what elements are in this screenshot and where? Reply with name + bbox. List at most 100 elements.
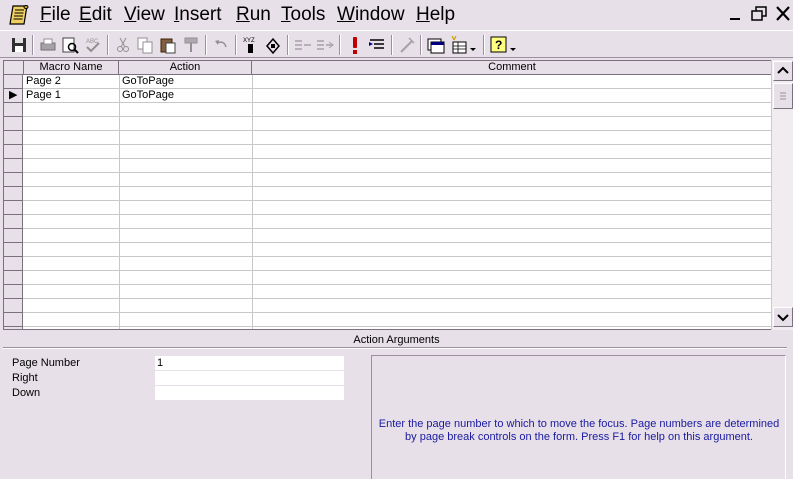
- row-selector[interactable]: [4, 313, 23, 327]
- chevron-down-icon[interactable]: [468, 34, 478, 56]
- row-selector[interactable]: [4, 75, 23, 89]
- row-divider: [23, 116, 772, 117]
- save-icon[interactable]: [8, 34, 30, 56]
- cell-action[interactable]: GoToPage: [120, 89, 252, 102]
- menu-edit[interactable]: Edit: [79, 3, 112, 27]
- cut-icon[interactable]: [112, 34, 134, 56]
- menu-insert[interactable]: Insert: [174, 3, 222, 27]
- row-divider: [23, 130, 772, 131]
- row-divider: [23, 186, 772, 187]
- run-icon[interactable]: [344, 34, 366, 56]
- chevron-down-icon[interactable]: [508, 34, 518, 56]
- row-selector[interactable]: [4, 131, 23, 145]
- row-selector[interactable]: [4, 243, 23, 257]
- restore-icon: [751, 6, 767, 21]
- delete-rows-icon[interactable]: [314, 34, 336, 56]
- toolbar-separator: [32, 35, 34, 55]
- minimize-button[interactable]: [724, 3, 748, 25]
- row-selector[interactable]: [4, 215, 23, 229]
- toolbar-separator: [205, 35, 207, 55]
- conditions-icon[interactable]: [262, 34, 284, 56]
- single-step-icon[interactable]: [366, 34, 388, 56]
- row-selector[interactable]: [4, 229, 23, 243]
- insert-rows-icon[interactable]: [292, 34, 314, 56]
- row-selector[interactable]: [4, 173, 23, 187]
- row-selector[interactable]: [4, 257, 23, 271]
- spelling-icon[interactable]: ABC: [82, 34, 104, 56]
- cell-comment[interactable]: [253, 89, 772, 102]
- down-field[interactable]: [155, 386, 344, 400]
- page-number-field[interactable]: 1: [155, 356, 344, 370]
- cell-action[interactable]: GoToPage: [120, 75, 252, 88]
- row-selector[interactable]: [4, 117, 23, 131]
- argument-label-page-number: Page Number: [12, 357, 80, 369]
- corner-cell[interactable]: [4, 61, 24, 74]
- scroll-thumb[interactable]: [773, 83, 793, 109]
- cell-comment[interactable]: [253, 75, 772, 88]
- svg-text:XYZ: XYZ: [243, 38, 255, 44]
- menu-file[interactable]: File: [40, 3, 71, 27]
- svg-text:?: ?: [495, 38, 502, 52]
- row-divider: [23, 172, 772, 173]
- menu-view[interactable]: View: [124, 3, 165, 27]
- scroll-up-button[interactable]: [773, 61, 793, 81]
- paste-icon[interactable]: [157, 34, 179, 56]
- print-icon[interactable]: [37, 34, 59, 56]
- macro-names-icon[interactable]: XYZ: [240, 34, 262, 56]
- row-selector[interactable]: [4, 187, 23, 201]
- scroll-down-button[interactable]: [773, 307, 793, 327]
- current-row-indicator-icon: ▶: [9, 89, 18, 101]
- menu-window[interactable]: Window: [337, 3, 405, 27]
- row-divider: [23, 200, 772, 201]
- row-divider: [23, 144, 772, 145]
- vertical-scrollbar[interactable]: [771, 60, 793, 330]
- column-divider: [119, 75, 120, 329]
- print-preview-icon[interactable]: [59, 34, 81, 56]
- row-selector[interactable]: [4, 299, 23, 313]
- macro-grid: Macro Name Action Comment Page 2 GoToPag…: [3, 60, 773, 330]
- toolbar-separator: [107, 35, 109, 55]
- toolbar-separator: [339, 35, 341, 55]
- row-selector[interactable]: [4, 271, 23, 285]
- row-selector[interactable]: [4, 285, 23, 299]
- undo-icon[interactable]: [210, 34, 232, 56]
- column-header-comment[interactable]: Comment: [252, 61, 772, 74]
- column-header-action[interactable]: Action: [119, 61, 252, 74]
- toolbar-separator: [287, 35, 289, 55]
- help-icon[interactable]: ?: [488, 34, 510, 56]
- restore-button[interactable]: [748, 3, 772, 25]
- argument-label-down: Down: [12, 387, 41, 399]
- close-button[interactable]: [771, 3, 793, 25]
- row-selector[interactable]: [4, 145, 23, 159]
- cell-macro-name[interactable]: Page 2: [24, 75, 119, 88]
- macro-scroll-icon[interactable]: [8, 3, 32, 27]
- row-selector[interactable]: [4, 159, 23, 173]
- format-painter-icon[interactable]: [180, 34, 202, 56]
- row-divider: [23, 214, 772, 215]
- column-header-macro-name[interactable]: Macro Name: [24, 61, 119, 74]
- database-window-icon[interactable]: [425, 34, 447, 56]
- help-panel: Enter the page number to which to move t…: [371, 355, 786, 479]
- new-object-icon[interactable]: [448, 34, 470, 56]
- grid-header: Macro Name Action Comment: [4, 61, 772, 75]
- row-selector-column: [4, 75, 23, 329]
- row-divider: [23, 270, 772, 271]
- column-divider: [252, 75, 253, 329]
- chevron-up-icon: [777, 66, 789, 74]
- row-selector[interactable]: [4, 201, 23, 215]
- row-divider: [23, 312, 772, 313]
- macro-design-window: File Edit View Insert Run Tools Window H…: [0, 0, 793, 479]
- right-field[interactable]: [155, 371, 344, 385]
- menu-run[interactable]: Run: [236, 3, 271, 27]
- menu-help[interactable]: Help: [416, 3, 455, 27]
- row-divider: [23, 298, 772, 299]
- cell-macro-name[interactable]: Page 1: [24, 89, 119, 102]
- build-icon[interactable]: [396, 34, 418, 56]
- row-selector[interactable]: [4, 103, 23, 117]
- menu-tools[interactable]: Tools: [281, 3, 325, 27]
- toolbar-separator: [391, 35, 393, 55]
- copy-icon[interactable]: [134, 34, 156, 56]
- row-divider: [23, 284, 772, 285]
- minimize-icon: [730, 18, 740, 20]
- section-divider: [3, 347, 787, 349]
